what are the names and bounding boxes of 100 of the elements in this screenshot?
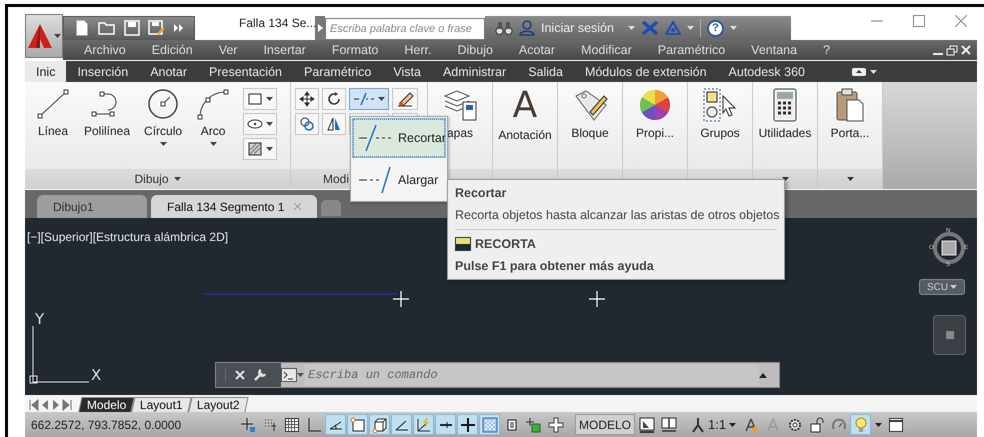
caret-icon [297,373,304,377]
caret-icon [874,422,882,426]
menu-item[interactable]: ? [810,43,844,57]
model-space-button[interactable]: MODELO [575,414,636,435]
status-toggle-button[interactable] [369,414,390,435]
caret-icon [266,147,274,151]
layers-icon [443,88,477,122]
modify-tool-button[interactable] [322,88,346,110]
caret-icon [210,142,217,146]
plus-icon [460,416,476,432]
minimize-icon [933,52,943,54]
ribbon-tab[interactable]: Módulos de extensión [574,61,718,82]
viewport-label[interactable]: [−][Superior][Estructura alámbrica 2D] [27,230,228,244]
trim-icon [353,92,375,106]
draw-tool-button[interactable]: Arco [189,88,238,146]
modify-tool-button[interactable] [392,88,418,110]
menu-item[interactable]: Alargar [353,161,445,199]
status-toggle-button[interactable] [457,414,478,435]
modify-tool-button[interactable] [349,88,389,110]
status-toggle-button[interactable] [435,414,456,435]
menu-item[interactable]: Insertar [250,43,319,57]
status-toggle-button[interactable] [850,414,872,435]
previous-icon [40,398,50,410]
modify-tool-button[interactable] [322,113,346,135]
menu-item[interactable]: Modificar [568,43,645,57]
binoculars-icon [495,20,513,36]
ribbon-tab[interactable]: Administrar [432,61,518,82]
ribbon-panel-button[interactable]: A Anotación [493,88,557,142]
trim-icon [358,123,392,153]
ribbon-tab[interactable]: Inic [25,61,66,82]
status-toggle-button[interactable] [413,414,434,435]
menu-item[interactable]: Herr. [391,43,444,57]
ribbon-tab[interactable]: Vista [382,61,432,82]
ribbon-panel-button[interactable]: Propi... [623,88,687,140]
menu-item[interactable]: Ventana [738,43,810,57]
maximize-icon [913,15,925,27]
menu-item[interactable]: Recortar [353,119,445,157]
viewcube-icon[interactable] [932,231,966,265]
status-toggle-button[interactable] [325,414,346,435]
menu-item[interactable]: Archivo [71,43,139,57]
lock-icon [808,416,825,432]
coordinates-readout: 662.2572, 793.7852, 0.0000 [30,418,182,432]
panel-label[interactable]: Dibujo [134,172,169,186]
ribbon-tab[interactable]: Paramétrico [293,61,382,82]
axis-label: X [91,366,102,384]
sign-in-link[interactable]: Iniciar sesión [541,21,614,35]
caret-icon [628,26,635,30]
plus-outline-icon [548,416,564,432]
panel-label[interactable]: Modi [323,172,350,186]
menu-item[interactable]: Dibujo [444,43,506,57]
draw-tool-button[interactable]: Polilínea [77,88,138,138]
copy-circles-icon [299,116,315,132]
draw-tool-button[interactable] [243,113,278,135]
command-input[interactable]: Escriba un comando [304,364,759,386]
status-toggle-button[interactable] [347,414,368,435]
ribbon-panel-button[interactable]: Bloque [558,88,622,140]
menu-item[interactable]: Acotar [506,43,568,57]
window-icon [888,416,904,432]
ribbon-panel-button[interactable]: Utilidades [753,88,817,140]
line-icon [36,88,70,120]
ucs-button[interactable]: SCU [919,279,965,295]
annotation-scale-button[interactable]: 1:1 [688,414,740,435]
mirror-icon [326,116,342,132]
caret-icon [950,285,958,289]
layout-tab[interactable]: Layout2 [188,397,248,412]
modify-tool-button[interactable] [295,88,319,110]
draw-tool-button[interactable]: Línea [29,88,77,138]
document-tab[interactable]: Dibujo1 [37,195,147,218]
ribbon-panel-button[interactable]: Porta... [818,88,882,140]
navigation-bar[interactable] [933,315,966,355]
ribbon-panel-button[interactable]: Grupos [688,88,752,140]
status-toggle-button[interactable] [479,414,500,435]
ribbon-tab[interactable]: Presentación [198,61,293,82]
draw-tool-button[interactable]: Círculo [137,88,190,146]
document-tab[interactable]: Falla 134 Segmento 1 [151,195,318,218]
annotation-scale-icon [691,416,706,432]
ribbon-tab[interactable]: Anotar [139,61,198,82]
expand-arrow-button[interactable] [315,16,325,40]
app-menu-button[interactable] [25,14,63,58]
caret-icon [730,26,737,30]
layout-tab[interactable]: Layout1 [132,397,192,412]
save-as-icon [148,20,166,36]
caret-icon [686,26,694,30]
triangle-right-icon [318,24,322,32]
draw-tool-button[interactable] [243,138,278,160]
menu-item[interactable]: Paramétrico [644,43,738,57]
caret-icon [846,177,854,181]
layout-tab[interactable]: Modelo [78,397,135,412]
modify-tool-button[interactable] [295,113,319,135]
menu-item[interactable]: Formato [318,43,392,57]
status-toggle-button[interactable] [391,414,412,435]
search-field[interactable]: Escriba palabra clave o frase [325,18,485,40]
help-button[interactable]: ? [706,20,724,36]
ribbon-tab[interactable]: Autodesk 360 [718,61,816,82]
ribbon-tab[interactable]: Salida [517,61,574,82]
save-icon [124,20,140,36]
draw-tool-button[interactable] [243,88,278,110]
menu-item[interactable]: Edición [138,43,206,57]
menu-item[interactable]: Ver [206,43,250,57]
ribbon-tab[interactable]: Inserción [66,61,140,82]
